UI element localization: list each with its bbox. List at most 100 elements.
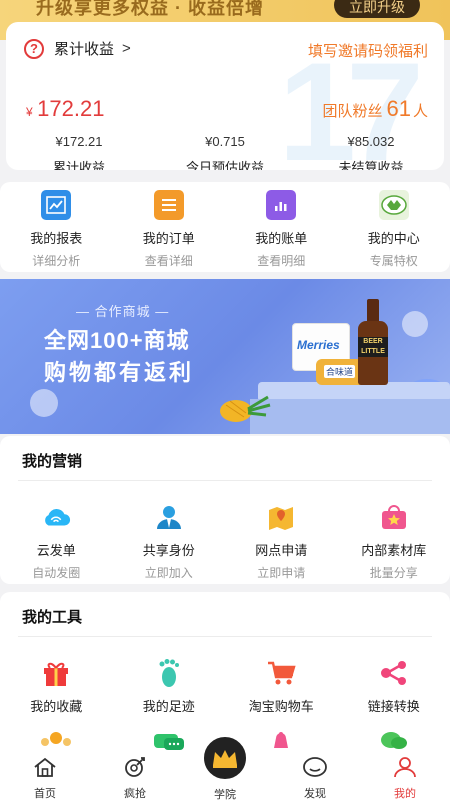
bubble-decoration <box>30 389 58 417</box>
section-title: 我的工具 <box>22 609 83 626</box>
shortcut-subtitle: 详细分析 <box>32 254 81 268</box>
cloud-icon <box>41 502 71 532</box>
item-title: 网点申请 <box>255 543 308 558</box>
banner-headline: 全网100+商城 <box>44 328 190 353</box>
banner-tagline: 购物都有返利 <box>44 360 195 385</box>
beer-bottle-image: BEER LITTLE <box>358 299 388 385</box>
item-title: 淘宝购物车 <box>248 699 314 714</box>
vip-center-icon <box>378 190 409 220</box>
crown-icon <box>201 734 249 782</box>
earnings-header[interactable]: ? 累计收益 > <box>24 38 131 59</box>
bill-icon <box>266 190 297 220</box>
shortcut-subtitle: 查看明细 <box>257 254 306 268</box>
shortcut-bills[interactable]: 我的账单 查看明细 <box>225 182 338 272</box>
marketing-item-cloud-post[interactable]: 云发单 自动发圈 <box>0 502 113 581</box>
tab-label: 首页 <box>34 788 56 800</box>
item-subtitle: 批量分享 <box>369 566 418 580</box>
marketing-grid: 云发单 自动发圈 共享身份 立即加入 网点申请 立即申请 内部素材库 批量分享 <box>0 502 450 581</box>
marketing-section: 我的营销 云发单 自动发圈 共享身份 立即加入 网点申请 立即申请 内部素材库 … <box>0 436 450 584</box>
shortcut-report[interactable]: 我的报表 详细分析 <box>0 182 113 272</box>
currency-symbol: ¥ <box>26 105 33 119</box>
chevron-right-icon: > <box>122 40 131 57</box>
tab-label: 疯抢 <box>124 788 146 800</box>
shortcut-title: 我的订单 <box>142 231 195 246</box>
material-bag-icon <box>379 502 409 532</box>
stat-label: 未结算收益 <box>338 160 404 170</box>
tab-discover[interactable]: 发现 <box>270 752 360 800</box>
question-icon[interactable]: ? <box>24 38 44 59</box>
beer-label: BEER LITTLE <box>358 337 388 357</box>
marketing-item-outlet-apply[interactable]: 网点申请 立即申请 <box>225 502 338 581</box>
upgrade-button[interactable]: 立即升级 <box>334 0 420 18</box>
shortcut-title: 我的报表 <box>30 231 83 246</box>
earnings-title: 累计收益 <box>54 41 115 58</box>
item-title: 云发单 <box>36 543 76 558</box>
item-subtitle: 自动发圈 <box>32 566 81 580</box>
wechat-icon <box>380 732 407 749</box>
discover-icon <box>303 757 327 777</box>
stat-today[interactable]: ¥0.715 今日预估收益 <box>152 134 298 170</box>
divider <box>18 636 432 637</box>
pineapple-image <box>220 395 271 422</box>
tool-item-favorites[interactable]: 我的收藏 <box>0 658 113 715</box>
tool-item-taobao-cart[interactable]: 淘宝购物车 <box>225 658 338 715</box>
tab-label: 我的 <box>394 788 416 800</box>
footprint-icon <box>154 658 184 688</box>
fans-unit: 人 <box>412 103 428 120</box>
tool-item-link-convert[interactable]: 链接转换 <box>338 658 450 715</box>
item-title: 我的收藏 <box>30 699 83 714</box>
item-subtitle: 立即加入 <box>144 566 193 580</box>
shortcut-center[interactable]: 我的中心 专属特权 <box>338 182 450 272</box>
pedestal-base <box>250 399 450 434</box>
item-title: 链接转换 <box>367 699 420 714</box>
tab-academy[interactable]: 学院 <box>180 734 270 800</box>
total-earnings-value: 172.21 <box>37 96 105 121</box>
marketing-item-share-identity[interactable]: 共享身份 立即加入 <box>113 502 226 581</box>
cart-icon <box>266 658 296 688</box>
stat-label: 累计收益 <box>52 160 105 170</box>
team-fans[interactable]: 团队粉丝 61 人 <box>322 96 428 122</box>
shortcut-orders[interactable]: 我的订单 查看详细 <box>113 182 226 272</box>
product-brand: Merries <box>297 338 340 352</box>
noodle-label: 合味道 <box>324 365 356 378</box>
tab-rush[interactable]: 疯抢 <box>90 752 180 800</box>
item-title: 共享身份 <box>142 543 195 558</box>
message-icon <box>153 734 184 750</box>
stat-cumulative[interactable]: ¥172.21 累计收益 <box>6 134 152 170</box>
fans-prefix: 团队粉丝 <box>322 103 383 120</box>
item-title: 内部素材库 <box>361 543 427 558</box>
map-pin-icon <box>266 502 296 532</box>
shortcut-subtitle: 专属特权 <box>369 254 418 268</box>
shortcut-subtitle: 查看详细 <box>144 254 193 268</box>
tab-profile[interactable]: 我的 <box>360 752 450 800</box>
fans-count: 61 <box>386 96 411 121</box>
marketing-item-material-library[interactable]: 内部素材库 批量分享 <box>338 502 450 581</box>
partner-mall-banner[interactable]: — 合作商城 — 全网100+商城 购物都有返利 Merries 合味道 BEE… <box>0 279 450 434</box>
item-title: 我的足迹 <box>142 699 195 714</box>
rush-icon <box>125 757 145 777</box>
tab-home[interactable]: 首页 <box>0 752 90 800</box>
section-title: 我的营销 <box>22 453 83 470</box>
total-earnings: ¥ 172.21 <box>26 96 104 122</box>
promo-text: 升级享更多权益 · 收益倍增 <box>36 0 264 18</box>
earnings-stats: ¥172.21 累计收益 ¥0.715 今日预估收益 ¥85.032 未结算收益 <box>6 134 444 170</box>
earnings-card: 17 ? 累计收益 > 填写邀请码领福利 ¥ 172.21 团队粉丝 61 人 … <box>6 22 444 170</box>
bell-icon <box>274 732 289 748</box>
tool-item-footprints[interactable]: 我的足迹 <box>113 658 226 715</box>
home-icon <box>34 757 56 777</box>
chart-icon <box>41 190 72 220</box>
stat-label: 今日预估收益 <box>185 160 264 170</box>
stat-value: ¥172.21 <box>55 134 103 149</box>
tab-label: 学院 <box>214 789 236 800</box>
bubble-decoration <box>402 311 428 337</box>
stat-value: ¥85.032 <box>347 134 395 149</box>
team-icon <box>41 732 72 746</box>
gift-icon <box>41 658 71 688</box>
stat-unsettled[interactable]: ¥85.032 未结算收益 <box>298 134 444 170</box>
tools-grid: 我的收藏 我的足迹 淘宝购物车 链接转换 <box>0 658 450 715</box>
invite-code-link[interactable]: 填写邀请码领福利 <box>308 40 428 61</box>
item-subtitle: 立即申请 <box>257 566 306 580</box>
user-share-icon <box>154 502 184 532</box>
shortcut-title: 我的中心 <box>367 231 420 246</box>
divider <box>18 480 432 481</box>
